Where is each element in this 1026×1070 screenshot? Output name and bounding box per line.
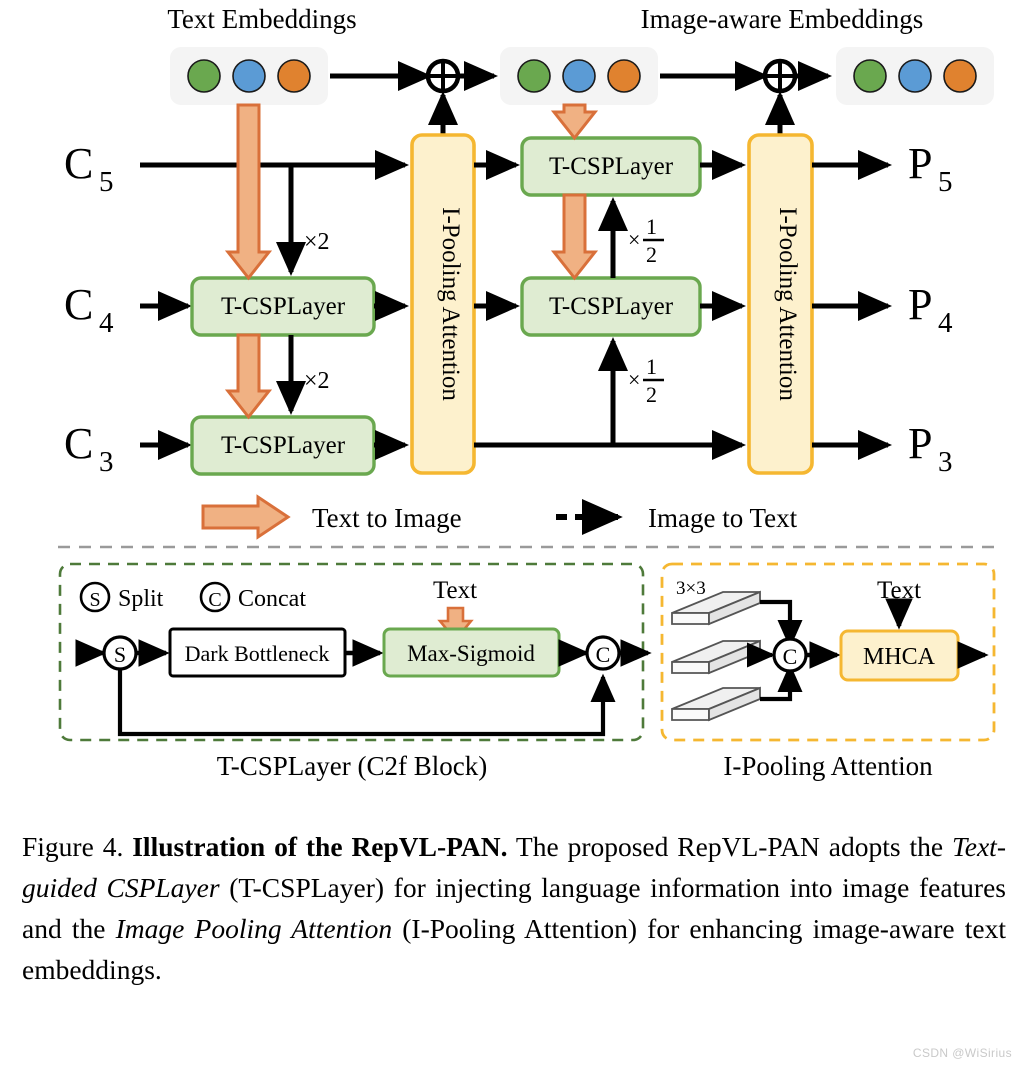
svg-text:5: 5 [938,166,953,198]
concat-node-symbol: C [596,642,611,667]
downsample-prefix: × [628,227,640,252]
svg-text:C: C [64,419,93,468]
ipool-detail-panel: 3×3 C Text MHCA [660,562,996,742]
tcsp-layer-label: T-CSPLayer [549,153,674,180]
key-concat-symbol: C [208,589,221,611]
legend-text-to-image: Text to Image [201,494,462,540]
text-to-image-arrow-right-2 [550,193,599,281]
legend-orange-arrow-icon [201,494,291,540]
ipool-concat-node: C [772,637,808,673]
concat-node: C [585,635,621,671]
tcsp-panel-caption: T-CSPLayer (C2f Block) [217,751,487,781]
sum-node-2 [762,58,798,94]
svg-text:P: P [908,139,932,188]
embedding-group-3 [836,47,994,105]
key-split-symbol: S [89,589,100,611]
upsample-label-2: ×2 [304,368,330,394]
downsample-numerator: 1 [646,354,657,379]
svg-text:P: P [908,280,932,329]
svg-text:P: P [908,419,932,468]
dark-bottleneck-block[interactable]: Dark Bottleneck [168,627,347,678]
max-sigmoid-label: Max-Sigmoid [407,641,535,666]
key-split: S Split [79,581,164,613]
text-embeddings-label: Text Embeddings [167,4,356,34]
split-node: S [102,635,138,671]
tcsp-layer-right-bottom[interactable]: T-CSPLayer [520,276,702,337]
repvl-pan-diagram: Text Embeddings Image-aware Embeddings C… [58,4,996,781]
input-label-c5: C 5 [64,139,114,198]
mhca-block[interactable]: MHCA [839,629,960,682]
max-sigmoid-block[interactable]: Max-Sigmoid [382,627,561,678]
mhca-label: MHCA [863,644,936,670]
tcsp-layer-left-top[interactable]: T-CSPLayer [190,276,376,337]
image-aware-embeddings-label: Image-aware Embeddings [641,4,924,34]
figure-caption: Figure 4. Illustration of the RepVL-PAN.… [22,826,1006,990]
tcsp-layer-label: T-CSPLayer [221,432,346,459]
downsample-denominator: 2 [646,242,657,267]
ipool-panel-caption: I-Pooling Attention [723,751,933,781]
svg-text:C: C [64,280,93,329]
tcsp-layer-left-bottom[interactable]: T-CSPLayer [190,415,376,476]
kernel-size-label: 3×3 [676,578,706,599]
caption-bold: Illustration of the RepVL-PAN. [132,831,508,862]
output-label-p5: P 5 [908,139,953,198]
embedding-group-2 [500,47,658,105]
caption-italic2: Image Pooling Attention [115,913,393,944]
svg-text:C: C [64,139,93,188]
i-pooling-attention-label: I-Pooling Attention [437,207,464,401]
watermark: CSDN @WiSirius [912,1046,1012,1060]
text-to-image-arrow-left-2 [224,333,273,420]
ipool-detail-text-label: Text [877,577,921,604]
legend-image-to-text-label: Image to Text [648,503,798,533]
output-label-p4: P 4 [908,280,953,339]
key-concat: C Concat [199,581,306,613]
svg-text:3: 3 [938,446,953,478]
svg-text:4: 4 [99,307,114,339]
output-label-p3: P 3 [908,419,953,478]
upsample-label-1: ×2 [304,229,330,255]
caption-part1: The proposed RepVL-PAN adopts the [507,831,952,862]
sum-node-1 [425,58,461,94]
text-to-image-arrow-left-1 [224,103,273,281]
svg-text:3: 3 [99,446,114,478]
svg-text:4: 4 [938,307,953,339]
downsample-label-1: × 1 2 [628,214,664,267]
i-pooling-attention-2[interactable]: I-Pooling Attention [747,133,814,475]
dark-bottleneck-label: Dark Bottleneck [185,641,330,666]
svg-text:5: 5 [99,166,114,198]
ipool-concat-symbol: C [783,644,798,669]
i-pooling-attention-1[interactable]: I-Pooling Attention [410,133,476,475]
tcsp-detail-panel: S Split C Concat Text S Dark Bottleneck [58,562,652,742]
tcsp-layer-label: T-CSPLayer [549,293,674,320]
tcsp-layer-label: T-CSPLayer [221,293,346,320]
downsample-label-2: × 1 2 [628,354,664,407]
downsample-prefix: × [628,367,640,392]
input-label-c3: C 3 [64,419,114,478]
legend-image-to-text: Image to Text [556,498,798,535]
downsample-denominator: 2 [646,382,657,407]
key-split-label: Split [118,586,164,612]
key-concat-label: Concat [238,586,306,612]
downsample-numerator: 1 [646,214,657,239]
tcsp-layer-right-top[interactable]: T-CSPLayer [520,136,702,197]
embedding-group-1 [170,47,328,105]
tcsp-detail-text-label: Text [433,577,477,604]
text-to-image-arrow-right-1 [550,103,599,141]
split-node-symbol: S [114,642,126,667]
i-pooling-attention-label: I-Pooling Attention [774,207,801,401]
legend-text-to-image-label: Text to Image [312,503,462,533]
input-label-c4: C 4 [64,280,114,339]
caption-prefix: Figure 4. [22,831,124,862]
